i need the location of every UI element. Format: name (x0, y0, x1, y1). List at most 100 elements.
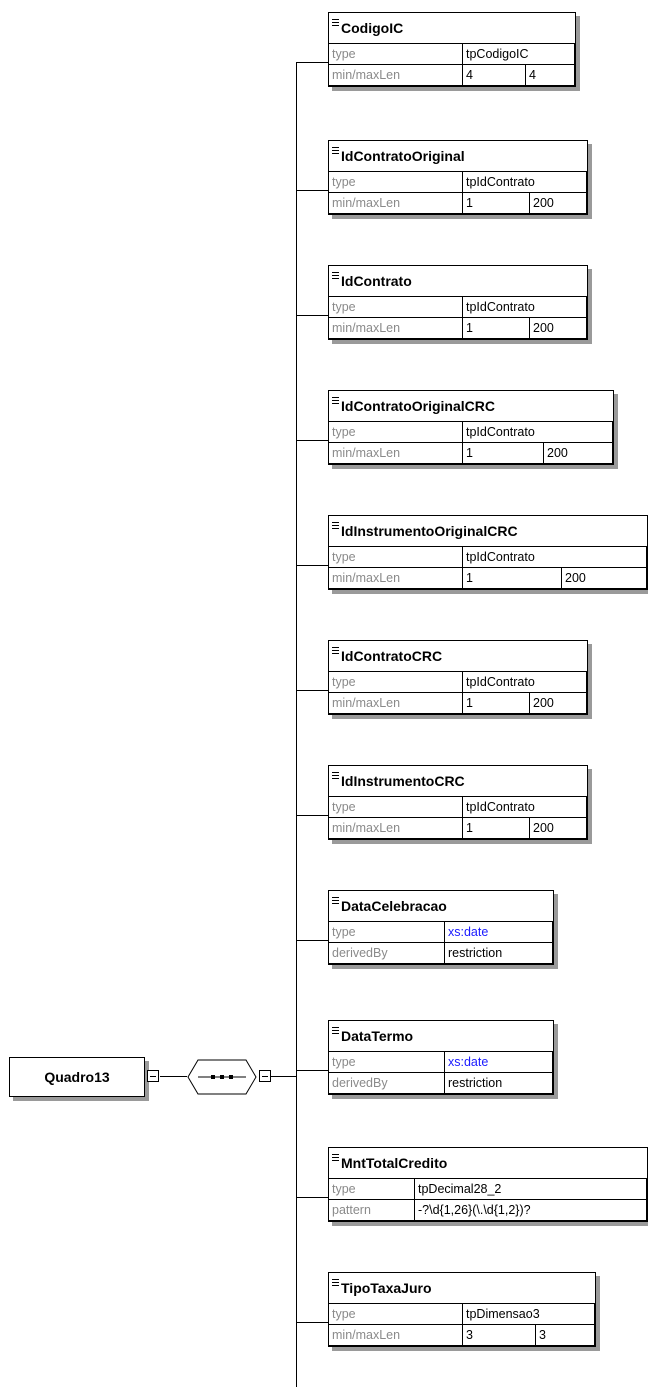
element-name: MntTotalCredito (341, 1155, 448, 1171)
element-title: IdContratoOriginalCRC (329, 391, 613, 421)
property-type-value: tpIdContrato (462, 546, 647, 568)
element-properties: type xs:date derivedBy restriction (328, 921, 553, 964)
element-name: IdInstrumentoOriginalCRC (341, 523, 518, 539)
property-key: min/maxLen (328, 192, 463, 214)
element-name: CodigoIC (341, 20, 404, 36)
element-properties: type tpDimensao3 min/maxLen 3 3 (328, 1303, 595, 1346)
element-box[interactable]: IdContrato type tpIdContrato min/maxLen 1 200 (328, 265, 588, 340)
element-box[interactable]: IdInstrumentoOriginalCRC type tpIdContrato… (328, 515, 648, 590)
property-key: min/maxLen (328, 692, 463, 714)
element-box[interactable]: IdContratoOriginalCRC type tpIdContrato min… (328, 390, 614, 465)
element-name: IdInstrumentoCRC (341, 773, 465, 789)
element-connector (296, 440, 328, 441)
element-box[interactable]: MntTotalCredito type tpDecimal28_2 pattern -… (328, 1147, 648, 1222)
property-key: min/maxLen (328, 442, 463, 464)
root-connector (160, 1076, 187, 1077)
element-box[interactable]: TipoTaxaJuro type tpDimensao3 min/maxLen 3 3 (328, 1272, 596, 1347)
sequence-collapse-toggle[interactable] (259, 1070, 271, 1082)
property-max-value: 200 (561, 567, 647, 589)
element-connector (296, 815, 328, 816)
element-box[interactable]: CodigoIC type tpCodigoIC min/maxLen 4 4 (328, 12, 576, 87)
element-connector (296, 565, 328, 566)
element-connector (296, 1197, 328, 1198)
property-key: type (328, 1051, 445, 1073)
element-title: IdInstrumentoCRC (329, 766, 587, 796)
element-marker-icon (332, 1154, 339, 1163)
root-element-label: Quadro13 (44, 1069, 110, 1085)
element-properties: type tpIdContrato min/maxLen 1 200 (328, 421, 613, 464)
property-type-value: tpIdContrato (462, 171, 587, 193)
property-type-value: xs:date (444, 921, 553, 943)
element-name: IdContrato (341, 273, 412, 289)
element-properties: type xs:date derivedBy restriction (328, 1051, 553, 1094)
root-element-quadro13[interactable]: Quadro13 (9, 1057, 145, 1097)
element-box[interactable]: IdContratoOriginal type tpIdContrato min/ma… (328, 140, 588, 215)
element-box[interactable]: DataTermo type xs:date derivedBy restriction (328, 1020, 554, 1095)
element-marker-icon (332, 522, 339, 531)
property-min-value: 1 (462, 317, 530, 339)
property-type-value: tpIdContrato (462, 671, 587, 693)
property-type-value: tpDecimal28_2 (414, 1178, 647, 1200)
element-properties: type tpIdContrato min/maxLen 1 200 (328, 296, 587, 339)
property-key: type (328, 796, 463, 818)
property-max-value: 200 (529, 817, 587, 839)
root-collapse-toggle[interactable] (147, 1070, 159, 1082)
element-marker-icon (332, 897, 339, 906)
property-type-value: tpIdContrato (462, 796, 587, 818)
element-connector (296, 1070, 328, 1071)
element-title: MntTotalCredito (329, 1148, 647, 1178)
property-min-value: 1 (462, 692, 530, 714)
element-connector (296, 62, 328, 63)
property-key: type (328, 296, 463, 318)
property-max-value: 4 (525, 64, 575, 86)
property-key: type (328, 1178, 415, 1200)
element-properties: type tpIdContrato min/maxLen 1 200 (328, 671, 587, 714)
sequence-connector (268, 1076, 296, 1077)
sequence-compositor-icon[interactable] (186, 1058, 258, 1096)
element-title: IdContratoCRC (329, 641, 587, 671)
element-marker-icon (332, 772, 339, 781)
property-key: min/maxLen (328, 1324, 463, 1346)
property-max-value: 200 (529, 317, 587, 339)
element-title: DataTermo (329, 1021, 553, 1051)
property-max-value: 200 (529, 692, 587, 714)
element-box[interactable]: IdContratoCRC type tpIdContrato min/maxLen 1… (328, 640, 588, 715)
element-properties: type tpIdContrato min/maxLen 1 200 (328, 171, 587, 214)
property-min-value: 1 (462, 817, 530, 839)
element-box[interactable]: IdInstrumentoCRC type tpIdContrato min/maxL… (328, 765, 588, 840)
property-key: min/maxLen (328, 317, 463, 339)
property-type-value: tpDimensao3 (462, 1303, 595, 1325)
property-key: type (328, 171, 463, 193)
element-connector (296, 1322, 328, 1323)
property-key: type (328, 546, 463, 568)
property-key: min/maxLen (328, 64, 463, 86)
element-marker-icon (332, 1279, 339, 1288)
element-properties: type tpDecimal28_2 pattern -?\d{1,26}(\.\d{… (328, 1178, 647, 1221)
property-max-value: 200 (529, 192, 587, 214)
element-name: IdContratoOriginal (341, 148, 465, 164)
property-type-value: tpIdContrato (462, 296, 587, 318)
element-title: IdContratoOriginal (329, 141, 587, 171)
element-name: IdContratoCRC (341, 648, 443, 664)
element-title: DataCelebracao (329, 891, 553, 921)
element-connector (296, 940, 328, 941)
element-title: TipoTaxaJuro (329, 1273, 595, 1303)
element-properties: type tpIdContrato min/maxLen 1 200 (328, 796, 587, 839)
element-marker-icon (332, 19, 339, 28)
property-min-value: 1 (462, 442, 544, 464)
element-marker-icon (332, 647, 339, 656)
property-restriction-value: restriction (444, 1072, 553, 1094)
element-title: IdInstrumentoOriginalCRC (329, 516, 647, 546)
property-key: type (328, 43, 463, 65)
element-name: IdContratoOriginalCRC (341, 398, 495, 414)
property-key: min/maxLen (328, 567, 463, 589)
element-connector (296, 315, 328, 316)
property-min-value: 3 (462, 1324, 536, 1346)
property-type-value: xs:date (444, 1051, 553, 1073)
element-name: DataCelebracao (341, 898, 447, 914)
element-properties: type tpIdContrato min/maxLen 1 200 (328, 546, 647, 589)
element-box[interactable]: DataCelebracao type xs:date derivedBy restri… (328, 890, 554, 965)
property-restriction-value: restriction (444, 942, 553, 964)
property-key: type (328, 921, 445, 943)
property-key: pattern (328, 1199, 415, 1221)
